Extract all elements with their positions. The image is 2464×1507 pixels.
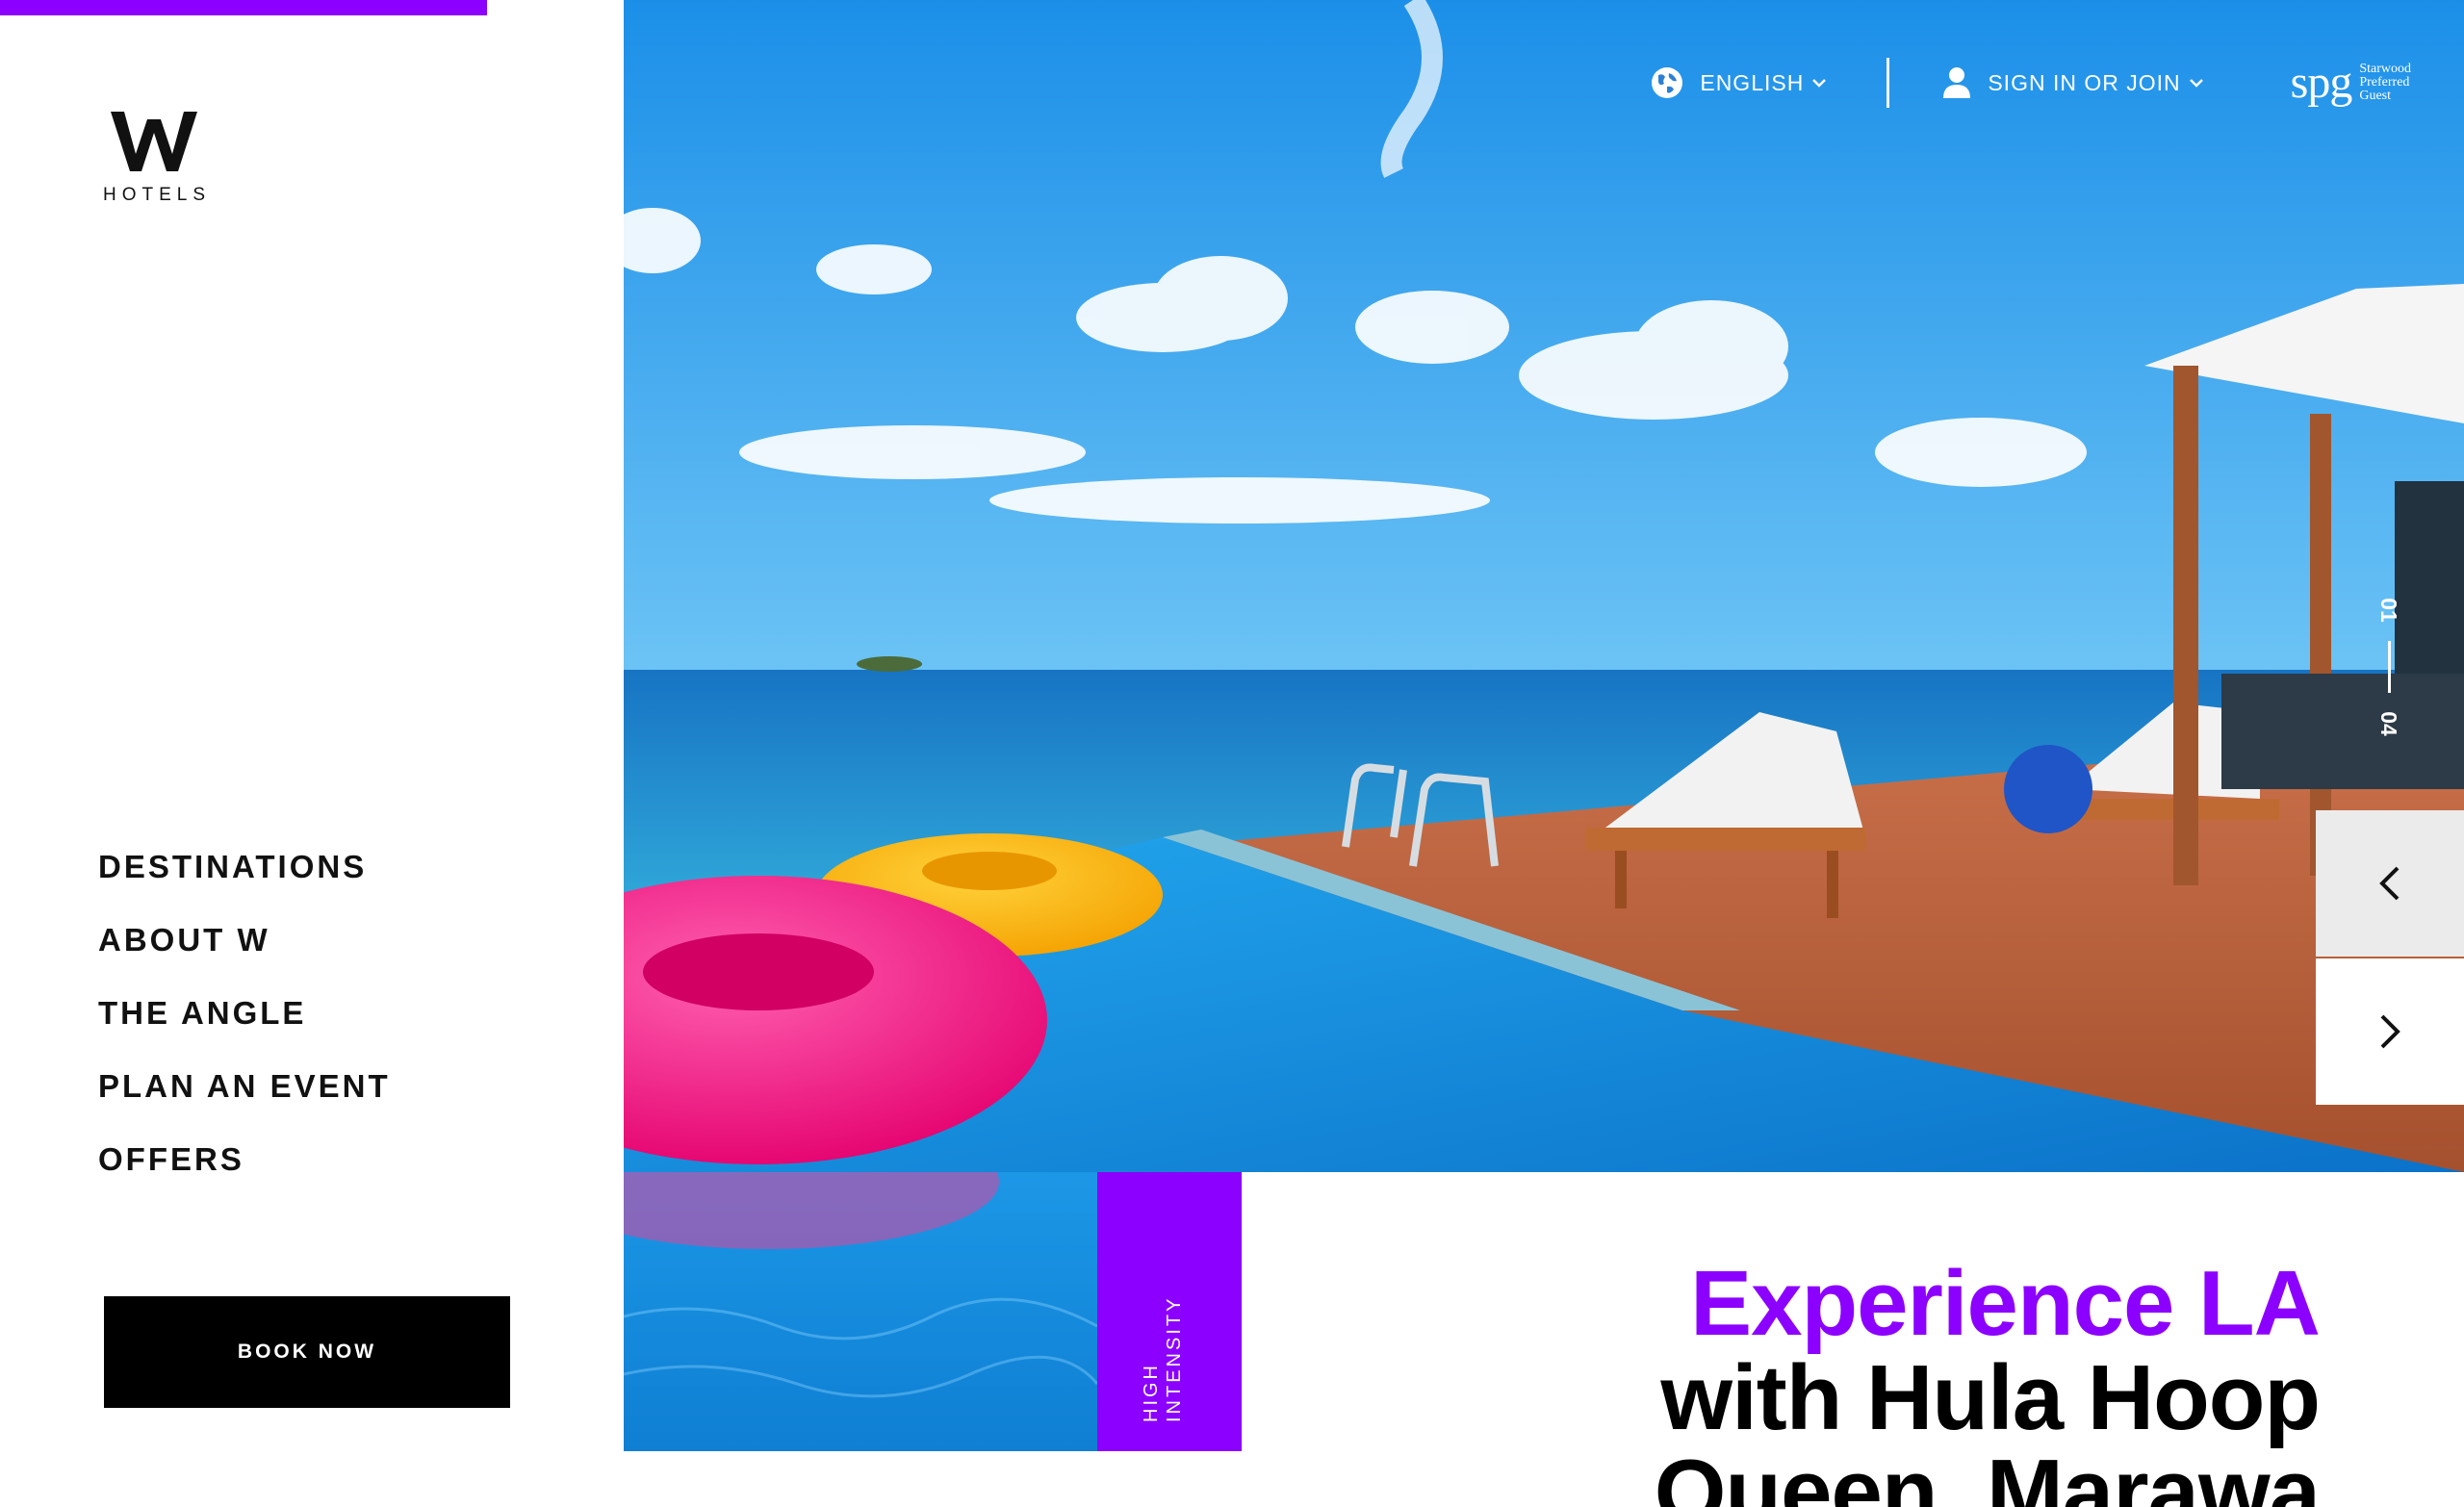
topbar-divider [1886, 58, 1890, 108]
slide-counter-line [2387, 641, 2391, 693]
nav-destinations[interactable]: DESTINATIONS [98, 851, 391, 924]
top-accent-bar [0, 0, 487, 15]
top-utility-bar: ENGLISH SIGN IN OR JOIN spg Starwood Pre… [1650, 58, 2411, 108]
feature-headline[interactable]: Experience LA with Hula Hoop Queen, Mara… [1654, 1252, 2321, 1507]
nav-the-angle[interactable]: THE ANGLE [98, 997, 391, 1070]
w-logo-icon [111, 112, 197, 171]
previous-slide-button[interactable] [2316, 810, 2464, 957]
nav-about-w[interactable]: ABOUT W [98, 924, 391, 997]
next-slide-button[interactable] [2316, 958, 2464, 1105]
sign-in-or-join-link[interactable]: SIGN IN OR JOIN [1941, 65, 2219, 100]
slide-counter: 01 04 [2370, 591, 2408, 743]
language-selector[interactable]: ENGLISH [1650, 65, 1842, 100]
hero-image: ENGLISH SIGN IN OR JOIN spg Starwood Pre… [624, 0, 2464, 1172]
book-now-button[interactable]: BOOK NOW [104, 1296, 510, 1408]
sign-in-label: SIGN IN OR JOIN [1988, 69, 2181, 95]
nav-offers[interactable]: OFFERS [98, 1143, 391, 1216]
slide-current: 01 [2376, 598, 2401, 623]
tag-line1: HIGH [1141, 1363, 1162, 1422]
slide-total: 04 [2376, 711, 2401, 736]
globe-icon [1652, 67, 1683, 98]
language-label: ENGLISH [1700, 69, 1805, 95]
category-tag-text: HIGH INTENSITY [1140, 1288, 1186, 1422]
tag-line2: INTENSITY [1164, 1295, 1185, 1422]
spg-line2: Preferred [2359, 75, 2410, 89]
chevron-left-icon [2379, 866, 2400, 901]
chevron-right-icon [2380, 1014, 2400, 1049]
spg-line1: Starwood [2359, 62, 2411, 76]
headline-line3: Queen, Marawa [1654, 1441, 2321, 1507]
user-icon [1943, 67, 1971, 98]
chevron-down-icon [2189, 79, 2203, 88]
category-tag[interactable]: HIGH INTENSITY [1097, 1172, 1242, 1451]
logo-text: HOTELS [102, 185, 212, 205]
spg-line3: Guest [2359, 89, 2391, 103]
pool-water-image [624, 1172, 1097, 1451]
chevron-down-icon [1812, 79, 1827, 88]
headline-line1: Experience LA [1690, 1252, 2321, 1355]
headline-line2: with Hula Hoop [1660, 1346, 2321, 1449]
pool-scene-image [624, 0, 2464, 1172]
w-hotels-logo[interactable]: HOTELS [96, 112, 212, 206]
nav-plan-an-event[interactable]: PLAN AN EVENT [98, 1070, 391, 1143]
main-navigation: DESTINATIONS ABOUT W THE ANGLE PLAN AN E… [98, 851, 391, 1216]
spg-logo: spg [2290, 57, 2353, 108]
hero-image-extension [624, 1172, 1097, 1451]
spg-subtitle: Starwood Preferred Guest [2359, 63, 2411, 103]
spg-logo-link[interactable]: spg Starwood Preferred Guest [2291, 60, 2411, 106]
